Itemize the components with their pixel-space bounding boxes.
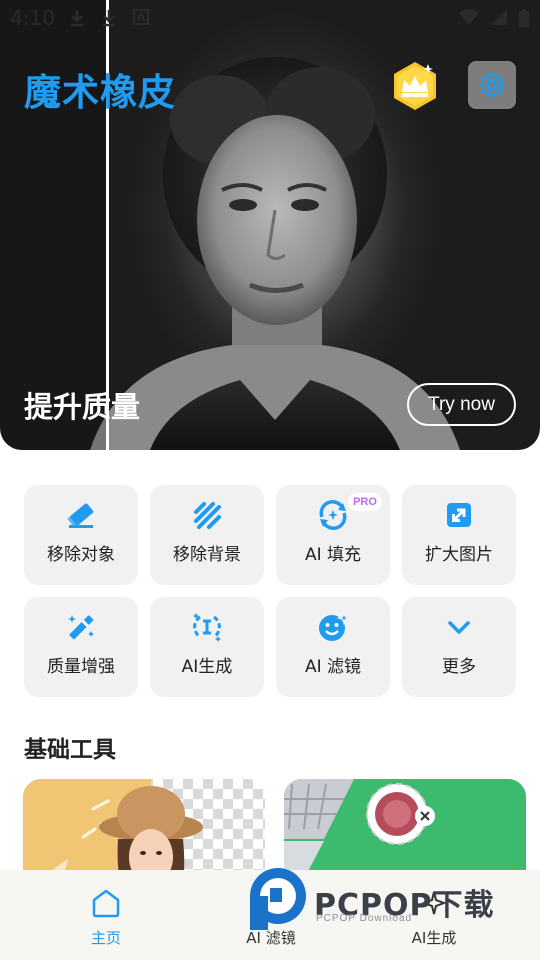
tool-enhance-quality[interactable]: 质量增强 (24, 597, 138, 697)
vip-crown-button[interactable] (390, 60, 440, 112)
status-system-icons (458, 8, 530, 28)
status-bar: 4:10 (0, 0, 540, 36)
wifi-icon (459, 9, 479, 25)
tool-more[interactable]: 更多 (402, 597, 516, 697)
tool-ai-fill[interactable]: PRO AI 填充 (276, 485, 390, 585)
home-icon (92, 889, 120, 918)
battery-icon (519, 9, 529, 27)
pro-badge: PRO (348, 493, 382, 511)
ai-generate-icon (191, 611, 223, 643)
tool-ai-generate[interactable]: AI生成 (150, 597, 264, 697)
status-notification-icons (68, 8, 150, 28)
nav-label: 主页 (90, 929, 121, 947)
status-time: 4:10 (10, 6, 55, 30)
tool-label: 质量增强 (47, 657, 115, 677)
ai-fill-icon (317, 499, 349, 531)
eraser-icon (65, 499, 97, 531)
face-filter-icon (317, 611, 349, 643)
tool-label: 扩大图片 (425, 545, 493, 565)
section-title-basic-tools: 基础工具 (24, 737, 116, 763)
tool-label: 移除背景 (173, 545, 241, 565)
try-now-button[interactable]: Try now (407, 383, 516, 426)
screen: 4:10 魔术橡皮 提升质量 Try now 移除对象 移除背景 PRO AI … (0, 0, 540, 960)
watermark-sub: PCPOP Download (316, 913, 413, 924)
crown-icon (394, 62, 436, 110)
tool-expand-image[interactable]: 扩大图片 (402, 485, 516, 585)
nav-home[interactable]: 主页 (46, 870, 166, 960)
pcpop-logo-icon (250, 868, 306, 930)
tool-label: AI 填充 (304, 545, 362, 565)
gear-icon (481, 72, 503, 98)
app-notification-icon (133, 9, 149, 25)
stripes-icon (191, 499, 223, 531)
tool-label: 移除对象 (47, 545, 115, 565)
expand-image-icon (443, 499, 475, 531)
download-icon (103, 10, 115, 27)
tool-remove-background[interactable]: 移除背景 (150, 485, 264, 585)
tool-ai-filter[interactable]: AI 滤镜 (276, 597, 390, 697)
chevron-down-icon (443, 611, 475, 643)
hero-banner[interactable]: 4:10 魔术橡皮 提升质量 Try now (0, 0, 540, 450)
magic-wand-icon (65, 611, 97, 643)
signal-icon (491, 9, 507, 25)
app-title: 魔术橡皮 (24, 71, 176, 114)
tool-remove-object[interactable]: 移除对象 (24, 485, 138, 585)
tool-label: 更多 (442, 657, 476, 677)
tool-label: AI 滤镜 (304, 657, 362, 677)
watermark-logo: PCPOP下载 PCPOP Download (248, 858, 538, 932)
hero-caption: 提升质量 (24, 390, 141, 424)
tool-label: AI生成 (181, 657, 233, 677)
settings-button[interactable] (468, 61, 516, 109)
download-icon (71, 10, 83, 27)
